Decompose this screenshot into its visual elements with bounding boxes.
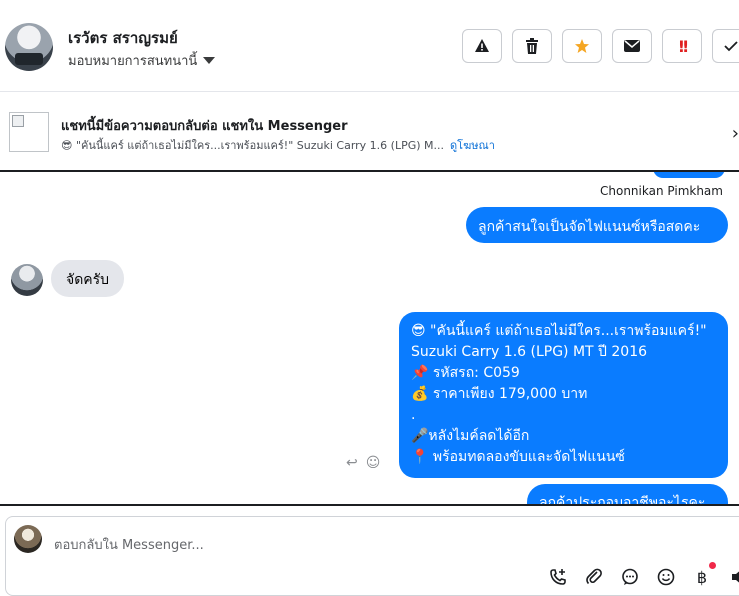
sender-name: Chonnikan Pimkham	[600, 184, 723, 198]
ad-snippet: 😎 "คันนี้แคร์ แต่ถ้าเธอไม่มีใคร...เราพร้…	[61, 136, 444, 154]
done-button[interactable]	[712, 29, 739, 63]
attachment-icon[interactable]	[582, 565, 606, 589]
assign-conversation-dropdown[interactable]: มอบหมายการสนทนานี้	[68, 50, 216, 71]
header-actions: !!	[462, 29, 739, 63]
message-line: 💰 ราคาเพียง 179,000 บาท	[411, 386, 588, 402]
composer-toolbar: ฿	[546, 562, 739, 589]
agent-avatar	[14, 525, 42, 553]
delete-button[interactable]	[512, 29, 552, 63]
message-line: 🎤หลังไมค์ลดได้อีก	[411, 428, 530, 444]
emoji-icon[interactable]	[654, 565, 678, 589]
message-line: 😎 "คันนี้แคร์ แต่ถ้าเธอไม่มีใคร...เราพร้…	[411, 323, 707, 339]
message-bubble-outgoing[interactable]: ลูกค้าประกอบอาชีพอะไรคะ	[527, 484, 728, 504]
composer-divider	[0, 504, 739, 506]
call-add-icon[interactable]	[546, 565, 570, 589]
chevron-right-icon[interactable]: ›	[732, 123, 739, 144]
message-line: .	[411, 407, 416, 423]
message-line: Suzuki Carry 1.6 (LPG) MT ปี 2016	[411, 344, 648, 360]
ad-thumbnail	[9, 112, 49, 152]
message-bubble-outgoing[interactable]: 😎 "คันนี้แคร์ แต่ถ้าเธอไม่มีใคร...เราพร้…	[399, 312, 728, 478]
star-icon	[575, 39, 589, 53]
message-thread[interactable]: Chonnikan Pimkham ลูกค้าสนใจเป็นจัดไฟแนน…	[0, 172, 739, 504]
message-line: 📍 พร้อมทดลองขับและจัดไฟแนนซ์	[411, 449, 625, 465]
check-icon	[723, 41, 738, 52]
message-bubble-incoming[interactable]: จัดครับ	[51, 260, 125, 297]
reply-input[interactable]: ตอบกลับใน Messenger...	[54, 534, 204, 555]
caret-down-icon	[203, 57, 216, 64]
report-button[interactable]	[462, 29, 502, 63]
priority-button[interactable]: !!	[662, 29, 702, 63]
ad-subtitle: 😎 "คันนี้แคร์ แต่ถ้าเธอไม่มีใคร...เราพร้…	[61, 136, 495, 154]
ad-reference-banner[interactable]: แชทนี้มีข้อความตอบกลับต่อ แชทใน Messenge…	[0, 92, 739, 172]
baht-icon[interactable]: ฿	[690, 562, 716, 589]
reply-composer[interactable]: ตอบกลับใน Messenger... ฿	[5, 516, 739, 596]
notification-dot	[709, 562, 716, 569]
sunglasses-emoji: 😎	[61, 139, 73, 152]
reply-icon[interactable]: ↩	[346, 455, 358, 471]
view-ad-link[interactable]: ดูโฆษณา	[450, 136, 495, 154]
envelope-icon	[624, 40, 640, 52]
report-icon	[475, 39, 489, 52]
mark-unread-button[interactable]	[612, 29, 652, 63]
star-button[interactable]	[562, 29, 602, 63]
speaker-icon[interactable]	[726, 565, 739, 589]
conversation-header: เรวัตร สราญรมย์ มอบหมายการสนทนานี้ !!	[0, 0, 739, 92]
chat-bubble-icon[interactable]	[618, 565, 642, 589]
customer-avatar	[11, 264, 43, 296]
baht-glyph: ฿	[696, 567, 708, 587]
assign-label: มอบหมายการสนทนานี้	[68, 54, 198, 69]
react-icon[interactable]: ☺	[366, 455, 381, 471]
message-bubble-outgoing-partial	[653, 172, 725, 178]
ad-snippet-text: "คันนี้แคร์ แต่ถ้าเธอไม่มีใคร...เราพร้อม…	[75, 139, 445, 152]
trash-icon	[526, 38, 538, 54]
contact-avatar[interactable]	[5, 23, 53, 71]
message-bubble-outgoing[interactable]: ลูกค้าสนใจเป็นจัดไฟแนนซ์หรือสดคะ	[466, 207, 728, 243]
contact-name[interactable]: เรวัตร สราญรมย์	[68, 26, 178, 50]
priority-icon: !!	[677, 36, 689, 56]
message-actions: ↩ ☺	[346, 455, 380, 471]
message-line: 📌 รหัสรถ: C059	[411, 365, 520, 381]
ad-title: แชทนี้มีข้อความตอบกลับต่อ แชทใน Messenge…	[61, 119, 348, 134]
